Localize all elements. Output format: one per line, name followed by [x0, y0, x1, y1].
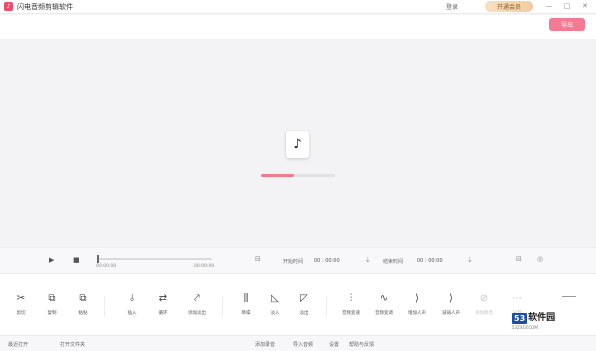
equalizer-icon: ⫶	[349, 293, 353, 304]
maximize-icon[interactable]: □	[563, 2, 571, 11]
scissors-icon: ✂	[16, 293, 26, 304]
total-time: 00:00:00	[194, 264, 215, 269]
tool-label: 淡出	[299, 311, 309, 316]
tool-label: 增加人声	[408, 311, 426, 316]
tool-label: 淡入	[270, 311, 280, 316]
title-bar: ♪ 闪电音频剪辑软件 登录 开通会员 — □ ✕	[0, 0, 596, 14]
wave-icon: ∿	[379, 293, 389, 304]
volume-up-icon: ⟩	[415, 293, 419, 304]
snapshot-icon[interactable]: ⊟	[516, 255, 522, 263]
stop-icon[interactable]: ■	[73, 256, 80, 264]
minimize-icon[interactable]: —	[545, 2, 553, 11]
record-link[interactable]: 添加录音	[255, 341, 275, 348]
paste-icon: ⧉	[79, 293, 87, 304]
tool-label: 减弱人声	[442, 311, 460, 316]
tool-speed[interactable]: ⫶ 音频变速	[336, 292, 366, 326]
import-link[interactable]: 导入音频	[293, 341, 313, 348]
start-pin-icon[interactable]: ⇣	[365, 256, 371, 264]
tool-label: 添加静音	[475, 311, 493, 316]
playback-bar: ▶ ■ 00:00:00 00:00:00 ⊟ 开始时间 00 : 00:00 …	[0, 247, 596, 273]
play-icon[interactable]: ▶	[49, 256, 54, 264]
watermark-url: 53ZXGY.COM	[512, 325, 538, 330]
tool-vocal-down[interactable]: ⟩ 减弱人声	[436, 292, 466, 326]
timeline-slider[interactable]	[97, 255, 212, 263]
tool-insert[interactable]: ⫰ 插入	[117, 292, 147, 326]
tool-paste[interactable]: ⧉ 粘贴	[68, 292, 98, 326]
volume-icon[interactable]: ◎	[537, 255, 543, 263]
tool-pitch[interactable]: ∿ 音频变调	[369, 292, 399, 326]
frame-icon[interactable]: ⊟	[255, 255, 261, 263]
app-title: 闪电音频剪辑软件	[17, 2, 73, 11]
tool-fade[interactable]: ⤤ 添加淡出	[182, 292, 212, 326]
current-time: 00:00:00	[96, 264, 117, 269]
help-link[interactable]: 帮助与反馈	[349, 341, 374, 348]
end-time-label: 结束时间	[383, 259, 404, 265]
login-button[interactable]: 登录	[446, 2, 458, 11]
tool-label: 剪切	[16, 311, 26, 316]
tool-label: 插入	[127, 311, 137, 316]
app-logo-icon: ♪	[4, 2, 13, 11]
copy-icon: ⧉	[48, 293, 56, 304]
tool-denoise[interactable]: ⫼ 降噪	[231, 292, 261, 326]
close-icon[interactable]: ✕	[581, 2, 589, 11]
tool-label: 音频变速	[342, 311, 360, 316]
timeline-handle[interactable]	[97, 255, 99, 263]
mute-icon: ⊘	[479, 293, 489, 304]
preview-area: ♪	[0, 39, 596, 247]
loop-icon: ⇄	[158, 293, 168, 304]
start-time-field[interactable]: 00 : 00:00	[314, 258, 340, 264]
watermark-text: 软件园	[528, 313, 556, 323]
music-file-icon: ♪	[286, 131, 309, 158]
open-recent-link[interactable]: 最近打开	[8, 341, 28, 348]
tool-label: 循环	[158, 311, 168, 316]
tool-label: 添加淡出	[188, 311, 206, 316]
speed-icon: ⤤	[194, 293, 200, 304]
export-button[interactable]: 导出	[549, 18, 585, 31]
more-tools-icon[interactable]	[562, 296, 576, 306]
tool-silence[interactable]: ⊘ 添加静音	[469, 292, 499, 326]
site-watermark: 53 软件园 53ZXGY.COM	[512, 313, 555, 330]
loading-progress-fill	[261, 174, 295, 177]
end-pin-icon[interactable]: ⇣	[467, 256, 473, 264]
volume-down-icon: ⟩	[449, 293, 453, 304]
waveform-icon: ⫼	[243, 293, 249, 304]
fade-in-icon: ◺	[271, 293, 279, 304]
split-icon: ⋯	[512, 293, 522, 304]
tool-fade-in[interactable]: ◺ 淡入	[260, 292, 290, 326]
tool-fade-out[interactable]: ◸ 淡出	[289, 292, 319, 326]
tool-loop[interactable]: ⇄ 循环	[148, 292, 178, 326]
tool-vocal-up[interactable]: ⟩ 增加人声	[402, 292, 432, 326]
start-time-label: 开始时间	[283, 259, 304, 265]
end-time-field[interactable]: 00 : 00:00	[417, 258, 443, 264]
insert-icon: ⫰	[129, 293, 135, 304]
settings-link[interactable]: 设置	[329, 341, 339, 348]
tool-label: 音频变调	[375, 311, 393, 316]
status-bar: 最近打开 打开文件夹 添加录音 导入音频 设置 帮助与反馈	[0, 335, 596, 351]
tool-separator	[222, 297, 223, 317]
upgrade-button[interactable]: 开通会员	[485, 1, 533, 12]
top-action-bar: 导出	[0, 15, 596, 39]
edit-toolbar: ✂ 剪切 ⧉ 复制 ⧉ 粘贴 ⫰ 插入 ⇄ 循环 ⤤ 添加淡出 ⫼ 降噪 ◺ 淡…	[0, 273, 596, 335]
tool-label: 复制	[47, 311, 57, 316]
tool-cut[interactable]: ✂ 剪切	[6, 292, 36, 326]
tool-separator	[104, 297, 105, 317]
tool-label: 降噪	[241, 311, 251, 316]
open-folder-link[interactable]: 打开文件夹	[60, 341, 85, 348]
watermark-badge: 53	[512, 313, 528, 324]
window-controls: — □ ✕	[545, 2, 589, 11]
tool-label: 粘贴	[78, 311, 88, 316]
tool-separator	[326, 297, 327, 317]
loading-progress-bar	[261, 174, 335, 177]
fade-out-icon: ◸	[300, 293, 308, 304]
tool-copy[interactable]: ⧉ 复制	[37, 292, 67, 326]
